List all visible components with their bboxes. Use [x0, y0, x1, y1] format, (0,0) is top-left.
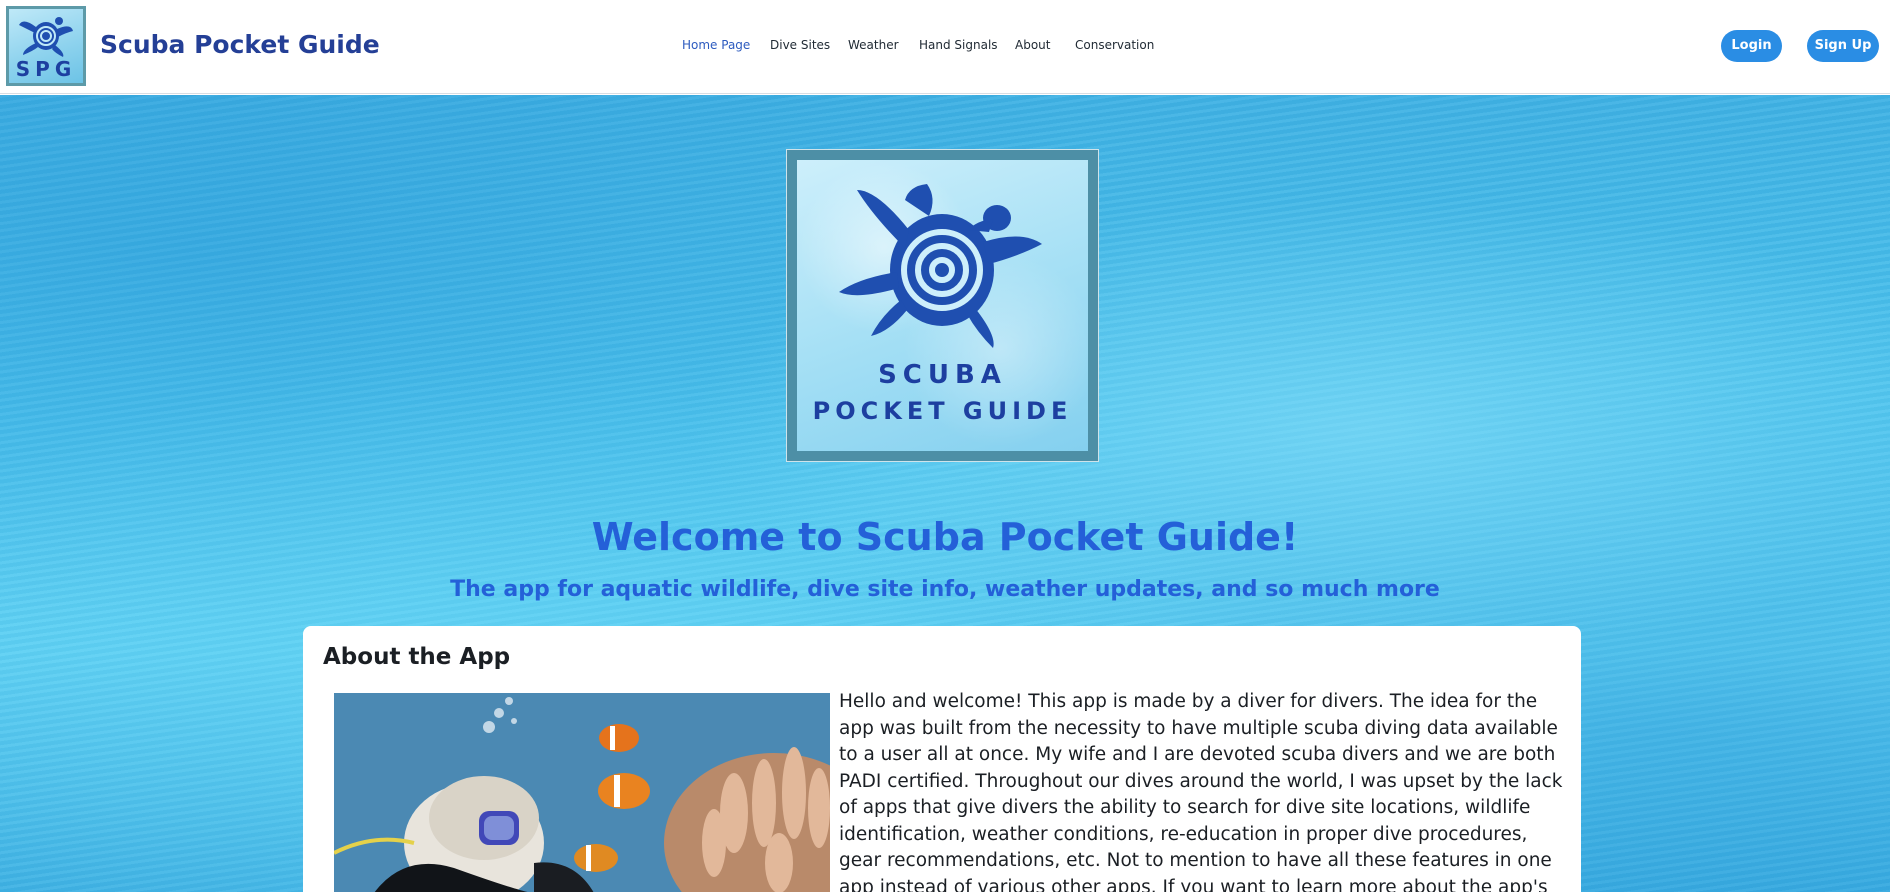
nav-dive-sites[interactable]: Dive Sites [770, 38, 830, 52]
brand-logo-text: SPG [15, 57, 77, 81]
about-card: About the App Hello and welcome! This ap… [303, 626, 1581, 892]
about-heading: About the App [323, 644, 511, 670]
hero-title: Welcome to Scuba Pocket Guide! [591, 515, 1299, 559]
login-button[interactable]: Login [1721, 30, 1782, 62]
sea-turtle-icon [839, 184, 1042, 348]
hero-logo: SCUBA POCKET GUIDE [786, 149, 1099, 462]
hero-logo-text-line2: POCKET GUIDE [812, 397, 1073, 425]
hero-logo-text-line1: SCUBA [878, 360, 1007, 390]
diver-photo [334, 693, 830, 892]
brand-title[interactable]: Scuba Pocket Guide [100, 30, 380, 59]
brand-logo[interactable]: SPG [6, 6, 86, 86]
nav-conservation[interactable]: Conservation [1075, 38, 1154, 52]
nav-about[interactable]: About [1015, 38, 1050, 52]
nav-hand-signals[interactable]: Hand Signals [919, 38, 998, 52]
hero-subtitle: The app for aquatic wildlife, dive site … [450, 577, 1440, 602]
navbar: SPG Scuba Pocket Guide Home Page Dive Si… [0, 0, 1890, 94]
sign-up-button[interactable]: Sign Up [1807, 30, 1879, 62]
hero-section: SCUBA POCKET GUIDE Welcome to Scuba Pock… [0, 95, 1890, 892]
diver-with-clownfish-image [334, 693, 830, 892]
about-body: Hello and welcome! This app is made by a… [839, 691, 1563, 892]
nav-home-page[interactable]: Home Page [682, 38, 750, 52]
nav-weather[interactable]: Weather [848, 38, 899, 52]
